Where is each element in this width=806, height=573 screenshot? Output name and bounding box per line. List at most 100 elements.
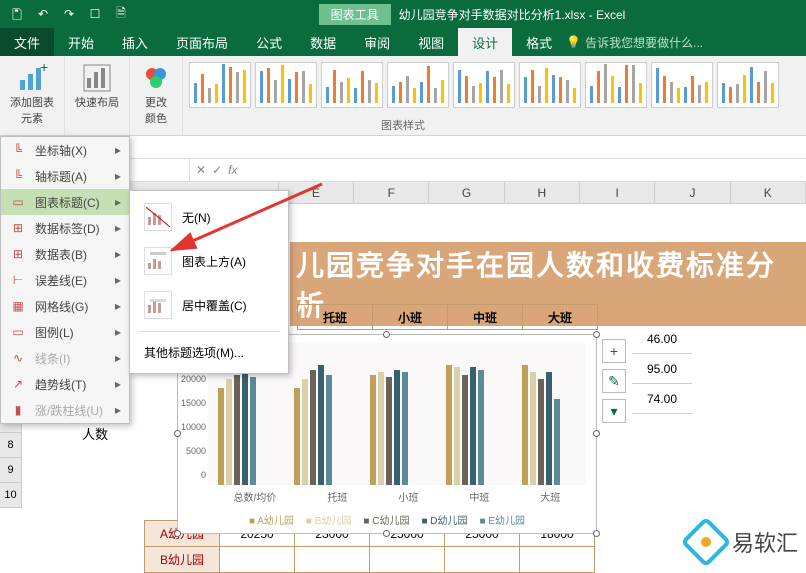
tab-file[interactable]: 文件 [0,28,54,56]
tab-home[interactable]: 开始 [54,28,108,56]
chart-style-thumb[interactable] [321,62,383,108]
dd-lines: ∿线条(I)▸ [1,345,129,371]
add-element-dropdown: ╚坐标轴(X)▸ ╚轴标题(A)▸ ▭图表标题(C)▸ ⊞数据标签(D)▸ ⊞数… [0,136,130,424]
tab-insert[interactable]: 插入 [108,28,162,56]
chart-style-thumb[interactable] [519,62,581,108]
tab-review[interactable]: 审阅 [350,28,404,56]
tab-page-layout[interactable]: 页面布局 [162,28,242,56]
dd-data-table[interactable]: ⊞数据表(B)▸ [1,241,129,267]
table-row-label-b: B幼儿园 [145,547,220,573]
quick-access-toolbar: ↶ ↷ ☐ 🗎 [0,0,138,28]
col-header[interactable]: I [580,182,655,203]
col-header[interactable]: E [279,182,354,203]
col-header[interactable]: K [731,182,806,203]
add-chart-element-button[interactable]: + 添加图表 元素 [6,60,58,128]
dd-axes[interactable]: ╚坐标轴(X)▸ [1,137,129,163]
axis-title-icon: ╚ [9,167,27,185]
chart-style-thumb[interactable] [585,62,647,108]
ribbon: + 添加图表 元素 快速布局 更改 颜色 图表样式 [0,56,806,136]
save-icon[interactable] [6,3,28,25]
dd-updown-bars: ▮涨/跌柱线(U)▸ [1,397,129,423]
tab-design[interactable]: 设计 [458,28,512,56]
undo-icon[interactable]: ↶ [32,3,54,25]
dd-chart-title[interactable]: ▭图表标题(C)▸ [1,189,129,215]
cancel-icon[interactable]: ✕ [196,163,206,177]
change-colors-label: 更改 颜色 [145,94,167,126]
chart-title-icon: ▭ [9,193,27,211]
gridlines-icon: ▦ [9,297,27,315]
watermark-logo-icon [681,517,732,568]
tab-data[interactable]: 数据 [296,28,350,56]
chart-styles-label: 图表样式 [381,117,425,133]
chart-style-thumb[interactable] [255,62,317,108]
people-count-label: 人数 [82,424,108,443]
chart-x-axis: 总数/均价托班小班中班大班 [208,489,586,503]
chart-filters-button[interactable]: ▾ [602,399,626,423]
chart-style-thumb[interactable] [717,62,779,108]
sub-above-chart[interactable]: 图表上方(A) [130,239,288,283]
axes-icon: ╚ [9,141,27,159]
legend-icon: ▭ [9,323,27,341]
tell-me-search[interactable]: 💡 告诉我您想要做什么... [566,34,703,51]
trendline-icon: ↗ [9,375,27,393]
ribbon-tabs: 文件 开始 插入 页面布局 公式 数据 审阅 视图 设计 格式 💡 告诉我您想要… [0,28,806,56]
tell-me-label: 告诉我您想要做什么... [585,34,703,51]
print-preview-icon[interactable]: 🗎 [110,3,132,25]
dd-data-labels[interactable]: ⊞数据标签(D)▸ [1,215,129,241]
col-header[interactable]: G [429,182,504,203]
right-column-cells: 46.0095.0074.00 [632,324,692,414]
col-header[interactable]: F [354,182,429,203]
name-box[interactable] [130,159,190,181]
watermark: 易软汇 [688,524,798,560]
dd-trendline[interactable]: ↗趋势线(T)▸ [1,371,129,397]
add-element-label: 添加图表 元素 [10,94,54,126]
chart-side-buttons: + ✎ ▾ [602,339,626,423]
chart-title-submenu: 无(N) 图表上方(A) 居中覆盖(C) 其他标题选项(M)... [129,190,289,374]
chevron-right-icon: ▸ [115,143,121,157]
dd-axis-titles[interactable]: ╚轴标题(A)▸ [1,163,129,189]
centered-icon [144,291,172,319]
quick-layout-label: 快速布局 [75,94,119,110]
chart-tools-context: 图表工具 [319,4,391,25]
chart-elements-button[interactable]: + [602,339,626,363]
watermark-text: 易软汇 [732,526,798,558]
chart-styles-button[interactable]: ✎ [602,369,626,393]
change-colors-button[interactable]: 更改 颜色 [136,60,176,128]
tab-view[interactable]: 视图 [404,28,458,56]
chart-legend: A幼儿园B幼儿园C幼儿园D幼儿园E幼儿园 [178,512,596,527]
chart-style-thumb[interactable] [651,62,713,108]
new-icon[interactable]: ☐ [84,3,106,25]
sub-centered-overlay[interactable]: 居中覆盖(C) [130,283,288,327]
col-header[interactable]: H [505,182,580,203]
enter-icon[interactable]: ✓ [212,163,222,177]
formula-bar: ✕ ✓ fx [130,158,806,182]
tab-format[interactable]: 格式 [512,28,566,56]
redo-icon[interactable]: ↷ [58,3,80,25]
chart-styles-gallery[interactable] [183,56,806,135]
column-labels-table: 托班小班中班大班 [297,304,598,330]
col-header[interactable]: J [655,182,730,203]
above-icon [144,247,172,275]
svg-text:+: + [40,62,48,75]
updown-icon: ▮ [9,401,27,419]
row-header[interactable]: 8 [0,433,22,458]
quick-layout-button[interactable]: 快速布局 [71,60,123,112]
sub-none[interactable]: 无(N) [130,195,288,239]
sub-more-options[interactable]: 其他标题选项(M)... [130,336,288,369]
error-bars-icon: ⊢ [9,271,27,289]
tab-formulas[interactable]: 公式 [242,28,296,56]
none-icon [144,203,172,231]
data-table-icon: ⊞ [9,245,27,263]
fx-icon[interactable]: fx [228,163,237,177]
dd-legend[interactable]: ▭图例(L)▸ [1,319,129,345]
chart-style-thumb[interactable] [387,62,449,108]
dd-error-bars[interactable]: ⊢误差线(E)▸ [1,267,129,293]
titlebar: ↶ ↷ ☐ 🗎 图表工具 幼儿园竞争对手数据对比分析1.xlsx - Excel [0,0,806,28]
row-header[interactable]: 9 [0,458,22,483]
chart-style-thumb[interactable] [189,62,251,108]
dd-gridlines[interactable]: ▦网格线(G)▸ [1,293,129,319]
chart-style-thumb[interactable] [453,62,515,108]
row-header[interactable]: 10 [0,483,22,508]
data-labels-icon: ⊞ [9,219,27,237]
lines-icon: ∿ [9,349,27,367]
